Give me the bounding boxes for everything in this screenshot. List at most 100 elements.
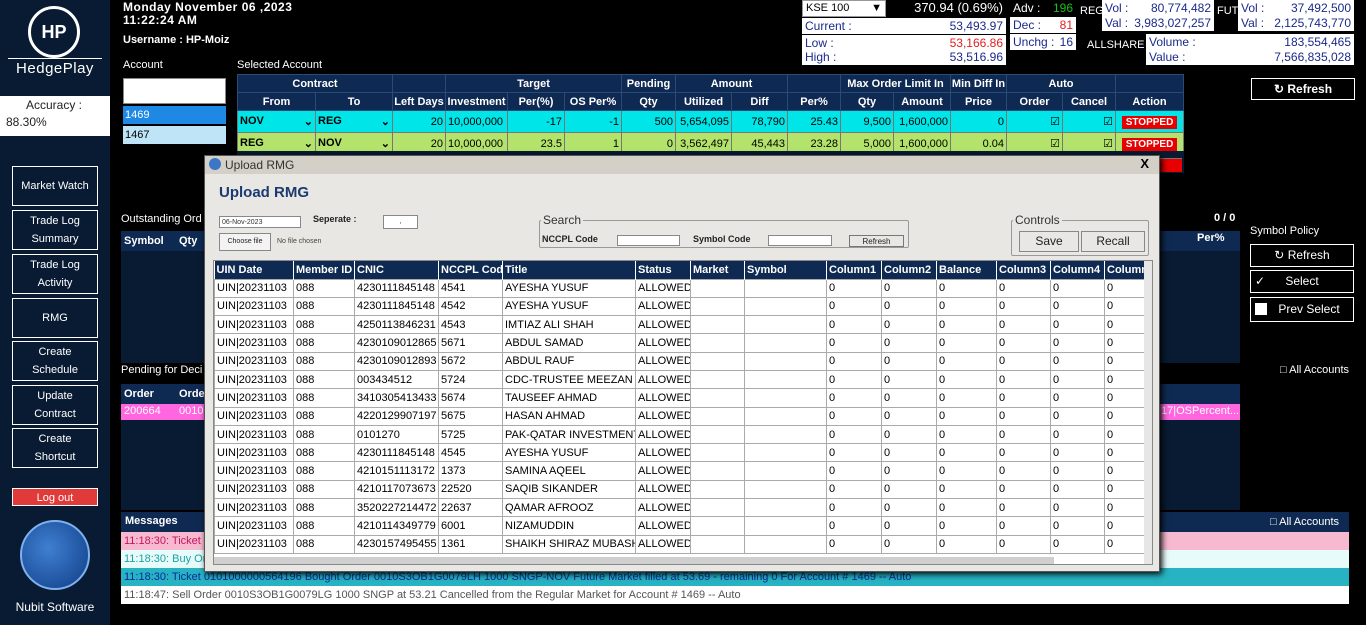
grid-cell[interactable]: UIN|20231103 <box>214 424 294 445</box>
grid-cell[interactable]: 0 <box>1050 461 1105 481</box>
contract-row[interactable]: NOV ⌄ REG ⌄ 20 10,000,000 -17 -1 500 5,654… <box>237 110 1184 133</box>
update-contract-button[interactable]: Update Contract <box>12 385 98 425</box>
trade-log-activity-button[interactable]: Trade Log Activity <box>12 254 98 294</box>
grid-cell[interactable]: 0 <box>826 516 882 536</box>
grid-cell[interactable] <box>744 369 827 390</box>
grid-cell[interactable]: 1361 <box>438 534 503 554</box>
grid-cell[interactable]: UIN|20231103 <box>214 498 294 518</box>
grid-cell[interactable]: 0 <box>881 479 937 500</box>
grid-row[interactable]: UIN|20231103 088 0101270 5725 PAK-QATAR INVE… <box>214 424 1152 445</box>
grid-cell[interactable] <box>690 424 745 445</box>
grid-cell[interactable]: UIN|20231103 <box>214 369 294 390</box>
grid-cell[interactable]: 0 <box>1050 424 1105 445</box>
grid-cell[interactable]: 4210114349779 <box>354 516 439 536</box>
grid-cell[interactable]: 0 <box>936 351 997 371</box>
account-input[interactable] <box>123 78 226 104</box>
grid-col-header[interactable]: Symbol <box>744 261 827 279</box>
grid-cell[interactable] <box>744 516 827 536</box>
grid-cell[interactable]: SAMINA AQEEL <box>502 461 636 481</box>
grid-cell[interactable]: 5675 <box>438 406 503 426</box>
grid-col-header[interactable]: Market <box>690 261 745 279</box>
messages-all-accounts-toggle[interactable]: □ All Accounts <box>1270 516 1339 528</box>
create-shortcut-button[interactable]: Create Shortcut <box>12 428 98 468</box>
grid-cell[interactable]: 0 <box>936 498 997 518</box>
grid-cell[interactable]: 0 <box>996 424 1051 445</box>
grid-cell[interactable]: 088 <box>293 369 355 390</box>
rmg-button[interactable]: RMG <box>12 298 98 338</box>
grid-row[interactable]: UIN|20231103 088 4230111845148 4542 AYESHA Y… <box>214 296 1152 317</box>
date-input[interactable]: 06-Nov-2023 <box>219 216 301 228</box>
grid-cell[interactable]: 0 <box>936 278 997 298</box>
grid-cell[interactable]: 0 <box>826 369 882 390</box>
grid-cell[interactable]: 0 <box>996 516 1051 536</box>
choose-file-button[interactable]: Choose file <box>219 233 271 251</box>
grid-cell[interactable]: 088 <box>293 479 355 500</box>
nccpl-input[interactable] <box>617 235 680 246</box>
market-watch-button[interactable]: Market Watch <box>12 166 98 206</box>
grid-cell[interactable]: 0 <box>881 315 937 335</box>
grid-cell[interactable]: 0 <box>826 351 882 371</box>
grid-cell[interactable]: ALLOWED <box>635 388 691 408</box>
grid-cell[interactable]: 0 <box>936 534 997 554</box>
grid-cell[interactable]: 0 <box>881 369 937 390</box>
grid-cell[interactable]: 0 <box>936 406 997 426</box>
grid-cell[interactable] <box>690 369 745 390</box>
grid-cell[interactable]: 0 <box>826 534 882 554</box>
grid-cell[interactable]: 088 <box>293 534 355 554</box>
grid-cell[interactable] <box>744 278 827 298</box>
grid-cell[interactable]: 3520227214472 <box>354 498 439 518</box>
grid-cell[interactable]: UIN|20231103 <box>214 296 294 317</box>
refresh-button[interactable]: ↻ Refresh <box>1251 78 1355 100</box>
grid-cell[interactable]: UIN|20231103 <box>214 388 294 408</box>
max-qty-cell[interactable]: 9,500 <box>840 110 894 133</box>
grid-cell[interactable]: 0 <box>996 296 1051 317</box>
grid-cell[interactable]: AYESHA YUSUF <box>502 296 636 317</box>
symbol-code-input[interactable] <box>768 235 832 246</box>
account-item-1469[interactable]: 1469 <box>123 106 226 124</box>
grid-cell[interactable]: 0 <box>1050 443 1105 463</box>
grid-cell[interactable]: 0 <box>1050 498 1105 518</box>
grid-cell[interactable]: 0 <box>881 534 937 554</box>
grid-cell[interactable]: ALLOWED <box>635 498 691 518</box>
grid-row[interactable]: UIN|20231103 088 4230111845148 4545 AYESHA Y… <box>214 443 1152 463</box>
grid-cell[interactable]: 0 <box>881 516 937 536</box>
grid-cell[interactable]: ALLOWED <box>635 479 691 500</box>
grid-cell[interactable]: 0 <box>996 388 1051 408</box>
grid-cell[interactable]: 0 <box>1050 315 1105 335</box>
grid-cell[interactable]: 088 <box>293 498 355 518</box>
grid-cell[interactable]: 0 <box>881 424 937 445</box>
grid-cell[interactable]: 0 <box>1050 479 1105 500</box>
grid-cell[interactable]: ALLOWED <box>635 315 691 335</box>
grid-cell[interactable]: 5672 <box>438 351 503 371</box>
save-button[interactable]: Save <box>1019 231 1079 252</box>
grid-cell[interactable]: 4250113846231 <box>354 315 439 335</box>
account-item-1467[interactable]: 1467 <box>123 126 226 144</box>
grid-cell[interactable]: UIN|20231103 <box>214 333 294 353</box>
grid-cell[interactable]: 0 <box>826 333 882 353</box>
trade-log-summary-button[interactable]: Trade Log Summary <box>12 210 98 250</box>
grid-cell[interactable]: 088 <box>293 351 355 371</box>
grid-cell[interactable]: 0 <box>936 516 997 536</box>
grid-cell[interactable] <box>690 388 745 408</box>
grid-col-header[interactable]: Column3 <box>996 261 1051 279</box>
grid-cell[interactable]: TAUSEEF AHMAD <box>502 388 636 408</box>
grid-cell[interactable]: 0 <box>936 443 997 463</box>
grid-col-header[interactable]: Status <box>635 261 691 279</box>
grid-row[interactable]: UIN|20231103 088 003434512 5724 CDC-TRUSTEE … <box>214 369 1152 390</box>
grid-cell[interactable]: 0 <box>996 351 1051 371</box>
grid-cell[interactable]: PAK-QATAR INVESTMENT... <box>502 424 636 445</box>
grid-cell[interactable]: 0 <box>936 315 997 335</box>
grid-cell[interactable] <box>690 406 745 426</box>
grid-cell[interactable]: 0 <box>881 498 937 518</box>
grid-row[interactable]: UIN|20231103 088 4250113846231 4543 IMTIAZ A… <box>214 315 1152 335</box>
auto-cancel-checkbox[interactable]: ☑ <box>1062 110 1116 133</box>
grid-cell[interactable]: AYESHA YUSUF <box>502 443 636 463</box>
grid-cell[interactable]: 4543 <box>438 315 503 335</box>
price-cell[interactable]: 0 <box>950 110 1007 133</box>
stopped-button-partial[interactable] <box>1160 158 1182 172</box>
grid-cell[interactable]: 0 <box>936 461 997 481</box>
grid-cell[interactable] <box>744 388 827 408</box>
grid-cell[interactable]: UIN|20231103 <box>214 479 294 500</box>
grid-cell[interactable]: 0 <box>936 333 997 353</box>
grid-cell[interactable] <box>690 534 745 554</box>
